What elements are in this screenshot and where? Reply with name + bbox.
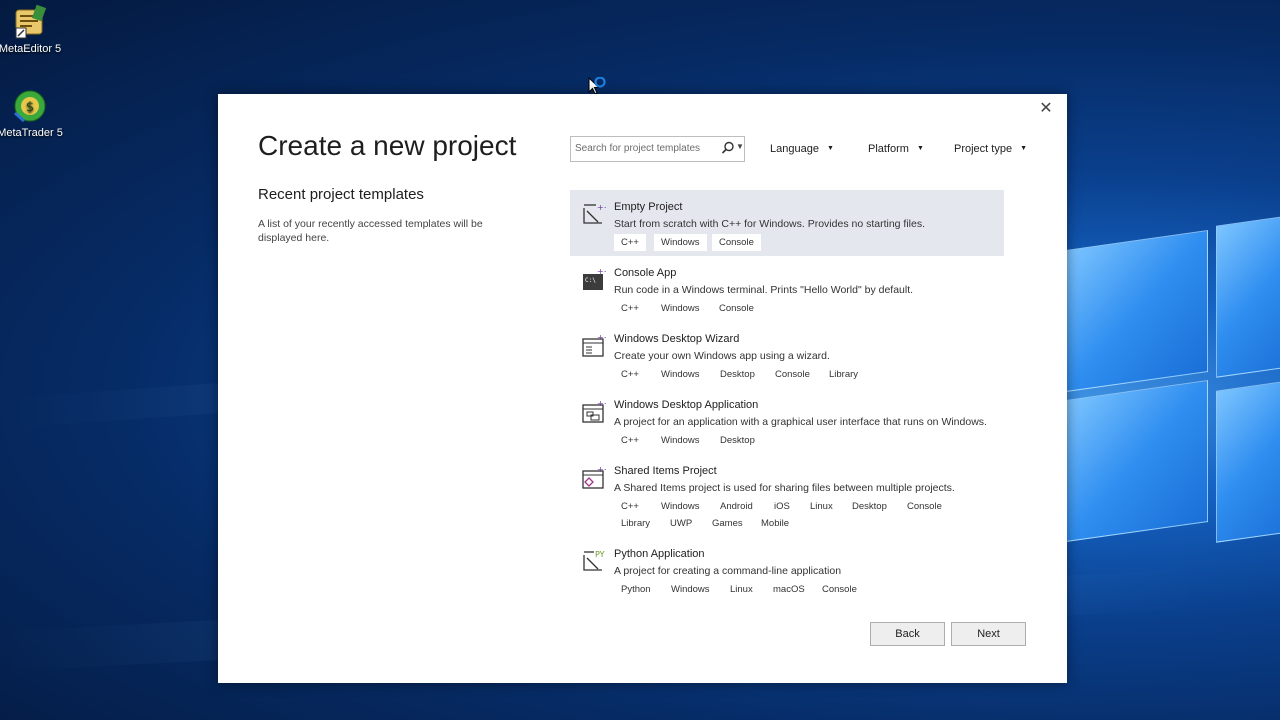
empty-project-icon: ++ <box>582 202 610 226</box>
template-description: Create your own Windows app using a wiza… <box>614 350 830 362</box>
svg-text:++: ++ <box>597 466 606 474</box>
metaeditor-icon <box>12 4 48 40</box>
template-description: A project for creating a command-line ap… <box>614 565 842 577</box>
template-item-shared-items-project[interactable]: ++ Shared Items Project A Shared Items p… <box>570 454 1004 537</box>
template-tag: Console <box>822 584 857 595</box>
next-button[interactable]: Next <box>951 622 1026 646</box>
close-icon[interactable]: ✕ <box>1037 100 1055 118</box>
template-description: A Shared Items project is used for shari… <box>614 482 955 494</box>
chevron-down-icon: ▼ <box>916 145 924 152</box>
template-tag: Windows <box>661 435 700 446</box>
template-tag: UWP <box>670 518 693 529</box>
template-tag: Python <box>621 584 651 595</box>
template-tag: iOS <box>774 501 790 512</box>
template-item-python-application[interactable]: PY Python Application A project for crea… <box>570 537 1004 603</box>
template-tag: Console <box>775 369 810 380</box>
template-tag: Windows <box>661 501 700 512</box>
template-tag: C++ <box>621 303 639 314</box>
back-button[interactable]: Back <box>870 622 945 646</box>
console-app-icon: C:\++ <box>582 267 610 292</box>
desktop-icon-label: MetaTrader 5 <box>0 127 63 139</box>
template-tag: Library <box>829 369 859 380</box>
windows-logo-graphic <box>1066 210 1280 720</box>
template-tag: Desktop <box>852 501 887 512</box>
template-tag: Desktop <box>720 369 755 380</box>
desktop-wizard-icon: ++ <box>582 333 610 358</box>
template-name: Windows Desktop Wizard <box>614 333 740 345</box>
svg-text:$: $ <box>26 100 34 115</box>
svg-text:++: ++ <box>597 268 606 276</box>
template-tag: Android <box>720 501 753 512</box>
template-name: Empty Project <box>614 201 683 213</box>
chevron-down-icon: ▼ <box>826 145 834 152</box>
template-item-empty-project[interactable]: ++ Empty Project Start from scratch with… <box>570 190 1004 256</box>
platform-filter[interactable]: Platform ▼ <box>868 143 924 155</box>
desktop-icon-label: MetaEditor 5 <box>0 43 62 55</box>
chevron-down-icon: ▼ <box>1020 145 1028 152</box>
template-tag: Console <box>719 303 754 314</box>
template-tag: C++ <box>614 234 646 251</box>
search-box[interactable]: ▼ <box>570 136 745 162</box>
search-icon[interactable] <box>721 141 735 155</box>
metatrader-icon: $ <box>12 88 48 124</box>
language-filter-label: Language <box>770 143 819 155</box>
template-item-windows-desktop-application[interactable]: ++ Windows Desktop Application A project… <box>570 388 1004 454</box>
search-input[interactable] <box>575 140 715 156</box>
desktop-application-icon: ++ <box>582 399 610 424</box>
template-description: Run code in a Windows terminal. Prints "… <box>614 284 914 296</box>
svg-text:++: ++ <box>597 334 606 342</box>
svg-text:C:\: C:\ <box>585 277 596 284</box>
svg-text:++: ++ <box>597 203 606 212</box>
project-type-filter[interactable]: Project type ▼ <box>954 143 1027 155</box>
page-title: Create a new project <box>258 130 517 161</box>
template-name: Windows Desktop Application <box>614 399 759 411</box>
template-name: Python Application <box>614 548 705 560</box>
template-description: Start from scratch with C++ for Windows.… <box>614 218 926 230</box>
template-tag: Windows <box>671 584 710 595</box>
template-tag: Console <box>907 501 942 512</box>
chevron-down-icon[interactable]: ▼ <box>736 142 744 151</box>
template-tag: Windows <box>654 234 707 251</box>
template-tag: Library <box>621 518 651 529</box>
template-name: Shared Items Project <box>614 465 717 477</box>
template-item-windows-desktop-wizard[interactable]: ++ Windows Desktop Wizard Create your ow… <box>570 322 1004 388</box>
desktop-icon-metatrader[interactable]: $ MetaTrader 5 <box>0 88 65 139</box>
desktop-icon-metaeditor[interactable]: MetaEditor 5 <box>0 4 65 55</box>
project-type-filter-label: Project type <box>954 143 1013 155</box>
platform-filter-label: Platform <box>868 143 909 155</box>
template-tag: Linux <box>730 584 753 595</box>
template-tag: Console <box>712 234 761 251</box>
template-tag: C++ <box>621 501 639 512</box>
template-tag: Windows <box>661 369 700 380</box>
template-tag: Linux <box>810 501 833 512</box>
template-tag: Games <box>712 518 743 529</box>
svg-text:++: ++ <box>597 400 606 408</box>
shared-items-icon: ++ <box>582 465 610 490</box>
template-tag: Desktop <box>720 435 755 446</box>
template-tag: macOS <box>773 584 805 595</box>
template-tag: Windows <box>661 303 700 314</box>
template-tag: Mobile <box>761 518 789 529</box>
template-tag: C++ <box>621 369 639 380</box>
recent-templates-heading: Recent project templates <box>258 186 424 203</box>
create-project-dialog: ✕ Create a new project Recent project te… <box>218 94 1067 683</box>
recent-templates-description: A list of your recently accessed templat… <box>258 218 483 244</box>
language-filter[interactable]: Language ▼ <box>770 143 834 155</box>
template-description: A project for an application with a grap… <box>614 416 987 428</box>
template-name: Console App <box>614 267 677 279</box>
python-application-icon: PY <box>582 549 606 573</box>
svg-text:PY: PY <box>595 550 605 559</box>
template-tag: C++ <box>621 435 639 446</box>
template-item-console-app[interactable]: C:\++ Console App Run code in a Windows … <box>570 256 1004 322</box>
